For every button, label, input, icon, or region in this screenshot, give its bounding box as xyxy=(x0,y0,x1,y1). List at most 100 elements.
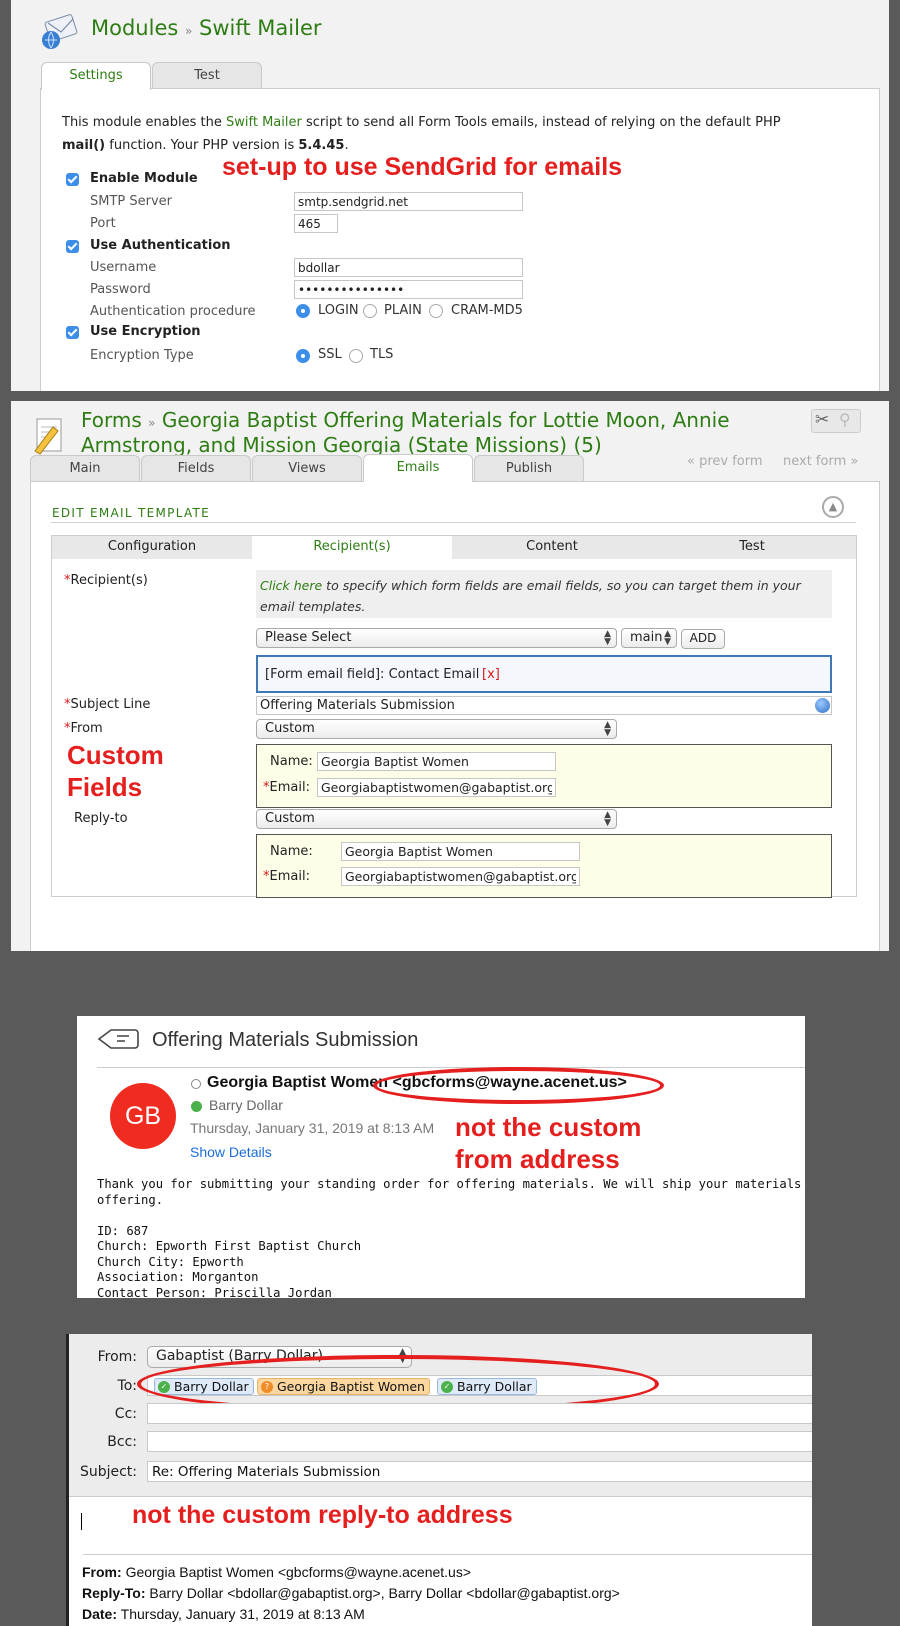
auth-plain-label: PLAIN xyxy=(384,303,422,318)
globe-icon[interactable] xyxy=(815,698,830,713)
show-details-link[interactable]: Show Details xyxy=(190,1144,272,1160)
use-encryption-label: Use Encryption xyxy=(90,324,201,339)
click-here-link[interactable]: Click here xyxy=(260,578,322,593)
quoted-header: From: Georgia Baptist Women <gbcforms@wa… xyxy=(82,1562,620,1625)
enc-tls-label: TLS xyxy=(370,347,394,362)
subject-field[interactable] xyxy=(147,1461,812,1482)
add-button[interactable]: ADD xyxy=(681,629,725,649)
remove-recipient-link[interactable]: [x] xyxy=(482,667,500,682)
swift-mailer-link[interactable]: Swift Mailer xyxy=(226,115,302,130)
encryption-type-label: Encryption Type xyxy=(90,348,194,363)
enc-ssl-radio[interactable] xyxy=(296,349,310,363)
tab-test[interactable]: Test xyxy=(152,62,262,88)
breadcrumb-separator: » xyxy=(185,24,193,38)
quoted-date: Thursday, January 31, 2019 at 8:13 AM xyxy=(120,1606,365,1622)
subtab-recipients[interactable]: Recipient(s) xyxy=(252,536,452,560)
custom-fields-annotation: Custom Fields xyxy=(67,739,164,803)
tools-icon-buttons[interactable]: ✂ ⚲ xyxy=(811,409,861,433)
breadcrumb-separator: » xyxy=(148,416,156,430)
cc-field[interactable] xyxy=(147,1403,812,1424)
from-name-input[interactable] xyxy=(317,752,556,771)
tab-settings[interactable]: Settings xyxy=(41,62,151,90)
breadcrumb-forms-link[interactable]: Forms xyxy=(81,408,142,432)
enc-tls-radio[interactable] xyxy=(349,349,363,363)
tab-fields[interactable]: Fields xyxy=(141,455,251,481)
from-name-label: Name: xyxy=(270,754,313,769)
desc-text: This module enables the xyxy=(62,115,226,130)
recipient-status-icon xyxy=(191,1101,202,1112)
port-label: Port xyxy=(90,216,116,231)
recipient-name[interactable]: Barry Dollar xyxy=(209,1097,283,1113)
bcc-field[interactable] xyxy=(147,1431,812,1452)
password-input[interactable] xyxy=(294,280,523,299)
breadcrumb-modules-link[interactable]: Modules xyxy=(91,16,178,40)
collapse-up-icon[interactable]: ▲ xyxy=(822,496,844,518)
recipient-entry: [Form email field]: Contact Email xyxy=(265,667,480,682)
quoted-reply-to: Barry Dollar <bdollar@gabaptist.org>, Ba… xyxy=(149,1585,620,1601)
message-body: Thank you for submitting your standing o… xyxy=(97,1177,802,1298)
quote-divider xyxy=(83,1554,812,1555)
subtab-content[interactable]: Content xyxy=(452,536,652,559)
sender-name[interactable]: Georgia Baptist Women xyxy=(207,1074,388,1091)
next-form-link[interactable]: next form » xyxy=(783,454,858,469)
annotation-line: Fields xyxy=(67,772,143,802)
password-label: Password xyxy=(90,282,151,297)
email-fields-info: Click here to specify which form fields … xyxy=(256,570,832,618)
quoted-date-label: Date: xyxy=(82,1606,118,1622)
quoted-from: Georgia Baptist Women <gbcforms@wayne.ac… xyxy=(125,1564,472,1580)
reply-email-input[interactable] xyxy=(341,867,580,886)
auth-crammd5-radio[interactable] xyxy=(429,304,443,318)
swift-mailer-panel: Modules » Swift Mailer Settings Test Thi… xyxy=(11,0,889,391)
cc-label: Cc: xyxy=(114,1406,137,1422)
prev-form-link[interactable]: « prev form xyxy=(687,454,763,469)
use-authentication-label: Use Authentication xyxy=(90,238,231,253)
enable-module-checkbox[interactable] xyxy=(66,173,79,186)
enable-module-label: Enable Module xyxy=(90,171,198,186)
reply-name-input[interactable] xyxy=(341,842,580,861)
smtp-server-input[interactable] xyxy=(294,192,523,211)
use-encryption-checkbox[interactable] xyxy=(66,326,79,339)
from-select[interactable]: Custom ▲ ▼ xyxy=(256,719,617,739)
from-email-label-text: Email: xyxy=(269,780,310,795)
desc-text: script to send all Form Tools emails, in… xyxy=(301,115,781,130)
port-input[interactable] xyxy=(294,214,338,233)
reply-to-annotation: not the custom reply-to address xyxy=(132,1501,513,1529)
reply-name-label: Name: xyxy=(270,844,313,859)
sender-avatar: GB xyxy=(110,1083,176,1149)
message-subject: Offering Materials Submission xyxy=(152,1029,419,1051)
php-version: 5.4.45 xyxy=(298,138,345,153)
auth-crammd5-label: CRAM-MD5 xyxy=(451,303,523,318)
from-select-value: Custom xyxy=(265,721,315,736)
auth-login-radio[interactable] xyxy=(296,304,310,318)
quoted-reply-to-label: Reply-To: xyxy=(82,1585,146,1601)
reply-email-label: *Email: xyxy=(263,869,310,884)
subject-line-label: *Subject Line xyxy=(64,697,151,712)
wrench-icon[interactable]: ✂ xyxy=(815,410,829,430)
subject-line-input[interactable] xyxy=(256,696,832,715)
magnifier-icon[interactable]: ⚲ xyxy=(839,410,851,429)
from-email-input[interactable] xyxy=(317,778,556,797)
subject-line-label-text: Subject Line xyxy=(70,697,151,712)
header-divider xyxy=(97,1067,805,1068)
tab-emails[interactable]: Emails xyxy=(363,454,473,482)
subtab-test[interactable]: Test xyxy=(652,536,852,559)
annotation-line: from address xyxy=(455,1144,620,1174)
annotation-line: Custom xyxy=(67,740,164,770)
reply-to-select[interactable]: Custom ▲ ▼ xyxy=(256,809,617,829)
text-cursor[interactable] xyxy=(81,1513,82,1530)
subtab-configuration[interactable]: Configuration xyxy=(52,536,252,559)
use-authentication-checkbox[interactable] xyxy=(66,240,79,253)
recipients-label-text: Recipient(s) xyxy=(70,573,148,588)
select-arrows-icon: ▲ ▼ xyxy=(604,629,611,647)
tab-publish[interactable]: Publish xyxy=(474,455,584,481)
tab-views[interactable]: Views xyxy=(252,455,362,481)
tab-main[interactable]: Main xyxy=(30,455,140,481)
field-select[interactable]: Please Select ▲ ▼ xyxy=(256,628,617,648)
desc-text: function. Your PHP version is xyxy=(105,138,299,153)
select-arrows-icon: ▲ ▼ xyxy=(604,720,611,738)
username-input[interactable] xyxy=(294,258,523,277)
main-select[interactable]: main ▲ ▼ xyxy=(621,628,677,648)
auth-plain-radio[interactable] xyxy=(363,304,377,318)
username-label: Username xyxy=(90,260,157,275)
form-breadcrumb: Forms » Georgia Baptist Offering Materia… xyxy=(81,409,781,456)
